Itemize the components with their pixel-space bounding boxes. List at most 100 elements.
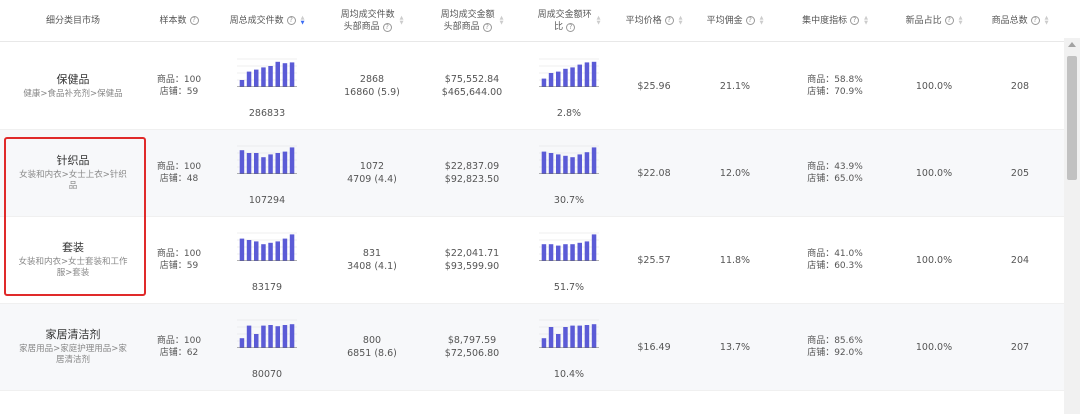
- sort-icon[interactable]: ▲ ▼: [301, 15, 305, 26]
- top-orders-cell: 1072 4709 (4.4): [322, 130, 422, 216]
- spark-bar: [282, 63, 288, 87]
- amount-wow-sparkline: [539, 231, 599, 265]
- segment-cell: 保健品 健康>食品补充剂>保健品: [0, 43, 146, 129]
- sample-count: 店铺：48: [159, 174, 199, 184]
- help-icon[interactable]: ?: [664, 16, 674, 25]
- sort-icon[interactable]: ▲ ▼: [864, 15, 868, 26]
- weekly-orders-total: 80070: [251, 369, 283, 380]
- scroll-thumb[interactable]: [1067, 56, 1077, 180]
- help-icon[interactable]: ?: [286, 16, 296, 25]
- amount-wow-chart: [539, 319, 599, 349]
- table-row[interactable]: 家居清洁剂 家居用品>家庭护理用品>家 居清洁剂 商品：100 店铺：62 80070 80…: [0, 304, 1064, 391]
- sample-count: 商品：100: [156, 162, 202, 172]
- col-concentration[interactable]: 集中度指标? ▲ ▼: [778, 0, 892, 41]
- help-icon[interactable]: ?: [189, 16, 199, 25]
- col-amount-wow[interactable]: 周成交金额环比? ▲ ▼: [522, 0, 616, 41]
- new-ratio-cell: 100.0%: [892, 217, 976, 303]
- help-icon[interactable]: ?: [850, 16, 860, 25]
- table-row[interactable]: 针织品 女装和内衣>女士上衣>针织品商品：100 店铺：48 107294 1072 47…: [0, 130, 1064, 217]
- sort-icon[interactable]: ▲ ▼: [597, 15, 601, 26]
- sort-icon[interactable]: ▲ ▼: [400, 15, 404, 26]
- col-weekly-orders[interactable]: 周总成交件数? ▲ ▼: [212, 0, 322, 41]
- weekly-orders-cell: 80070: [212, 304, 322, 390]
- sort-icon[interactable]: ▲ ▼: [959, 15, 963, 26]
- top-amount-value: $92,823.50: [444, 174, 500, 185]
- top-orders-value: 831: [362, 248, 382, 259]
- spark-bar: [268, 66, 273, 87]
- spark-bar: [239, 80, 245, 87]
- avg-price-cell: $25.96: [616, 43, 692, 129]
- spark-bar: [275, 61, 280, 87]
- help-icon[interactable]: ?: [944, 16, 954, 25]
- spark-bar: [556, 245, 561, 261]
- avg-commission-value: 21.1%: [719, 80, 751, 92]
- table-header: 细分类目市场 样本数? 周总成交件数? ▲ ▼ 周均成交件数 头部商品? ▲ ▼ 周均成交…: [0, 0, 1064, 42]
- spark-bar: [577, 242, 582, 261]
- spark-bar: [584, 241, 590, 261]
- category-name: 保健品: [56, 72, 90, 86]
- sample-count: 商品：100: [156, 249, 202, 259]
- col-avg-price[interactable]: 平均价格? ▲ ▼: [616, 0, 692, 41]
- weekly-orders-cell: 107294: [212, 130, 322, 216]
- sample-count: 商品：100: [156, 75, 202, 85]
- spark-bar: [282, 325, 288, 348]
- top-amount-value: $22,837.09: [444, 161, 500, 172]
- concentration-value: 店铺：60.3%: [807, 261, 863, 271]
- table-row[interactable]: 套装 女装和内衣>女士套装和工作 服>套装 商品：100 店铺：59 83179 831 34…: [0, 217, 1064, 304]
- help-icon[interactable]: ?: [1030, 16, 1040, 25]
- vertical-scrollbar[interactable]: [1064, 38, 1080, 414]
- help-icon[interactable]: ?: [566, 22, 576, 32]
- segment-cell: 针织品 女装和内衣>女士上衣>针织品: [0, 130, 146, 216]
- amount-wow-cell: 30.7%: [522, 130, 616, 216]
- col-total-products[interactable]: 商品总数? ▲ ▼: [976, 0, 1064, 41]
- spark-bar: [239, 238, 245, 261]
- spark-bar: [289, 234, 295, 261]
- col-top-orders[interactable]: 周均成交件数 头部商品? ▲ ▼: [322, 0, 422, 41]
- weekly-orders-chart: [237, 145, 297, 175]
- amount-wow-value: 51.7%: [553, 282, 585, 293]
- help-icon[interactable]: ?: [745, 16, 755, 25]
- sort-icon[interactable]: ▲ ▼: [1045, 15, 1049, 26]
- spark-bar: [239, 338, 245, 348]
- segment-cell: 家居清洁剂 家居用品>家庭护理用品>家 居清洁剂: [0, 304, 146, 390]
- concentration-cell: 商品：41.0% 店铺：60.3%: [778, 217, 892, 303]
- spark-bar: [548, 327, 554, 348]
- avg-price-value: $22.08: [637, 167, 671, 179]
- spark-bar: [556, 334, 561, 348]
- sample-cell: 商品：100 店铺：59: [146, 217, 212, 303]
- col-top-amount[interactable]: 周均成交金额 头部商品? ▲ ▼: [422, 0, 522, 41]
- spark-bar: [254, 241, 259, 261]
- total-products-cell: 205: [976, 130, 1064, 216]
- help-icon[interactable]: ?: [482, 22, 492, 32]
- col-new-ratio[interactable]: 新品占比? ▲ ▼: [892, 0, 976, 41]
- sample-count: 店铺：59: [159, 87, 199, 97]
- table-row[interactable]: 保健品 健康>食品补充剂>保健品 商品：100 店铺：59 286833 2868 1686…: [0, 43, 1064, 130]
- amount-wow-value: 30.7%: [553, 195, 585, 206]
- amount-wow-chart: [539, 232, 599, 262]
- concentration-value: 店铺：65.0%: [807, 174, 863, 184]
- col-segment: 细分类目市场: [45, 15, 100, 26]
- help-icon[interactable]: ?: [382, 22, 392, 32]
- spark-bar: [261, 157, 266, 174]
- spark-bar: [591, 234, 597, 261]
- top-amount-cell: $22,837.09 $92,823.50: [422, 130, 522, 216]
- weekly-orders-sparkline: [237, 318, 297, 352]
- top-amount-cell: $22,041.71 $93,599.90: [422, 217, 522, 303]
- spark-bar: [275, 241, 280, 261]
- spark-bar: [289, 324, 295, 348]
- avg-commission-cell: 21.1%: [692, 43, 778, 129]
- avg-price-cell: $16.49: [616, 304, 692, 390]
- category-path: 居清洁剂: [55, 355, 90, 365]
- spark-bar: [282, 151, 288, 174]
- spark-bar: [254, 334, 259, 348]
- spark-bar: [246, 240, 252, 261]
- avg-commission-value: 12.0%: [719, 167, 751, 179]
- scroll-up-arrow-icon[interactable]: [1068, 42, 1076, 47]
- spark-bar: [577, 154, 582, 174]
- sort-icon[interactable]: ▲ ▼: [500, 15, 504, 26]
- col-avg-commission[interactable]: 平均佣金? ▲ ▼: [692, 0, 778, 41]
- spark-bar: [556, 71, 561, 87]
- col-sample: 样本数?: [146, 0, 212, 41]
- sort-icon[interactable]: ▲ ▼: [760, 15, 764, 26]
- sort-icon[interactable]: ▲ ▼: [679, 15, 683, 26]
